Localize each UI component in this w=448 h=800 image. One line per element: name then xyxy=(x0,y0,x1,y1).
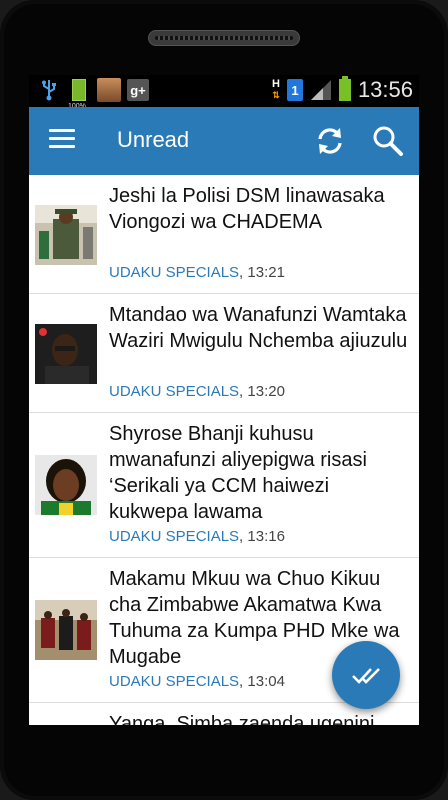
signal-strength-icon xyxy=(310,80,331,100)
status-bar-notifications: 100% g+ xyxy=(37,78,149,110)
contact-avatar-icon xyxy=(97,78,121,102)
status-time: 13:56 xyxy=(357,77,413,102)
hamburger-menu-icon[interactable] xyxy=(49,129,75,151)
article-source[interactable]: UDAKU SPECIALS xyxy=(109,264,239,281)
article-headline: Yanga, Simba zaenda ugenini xyxy=(109,713,375,725)
mark-all-read-button[interactable] xyxy=(332,641,400,709)
phone-frame: 100% g+ H⇅ 1 13:56 Unread xyxy=(0,0,448,800)
article-thumbnail xyxy=(35,324,97,384)
search-icon[interactable] xyxy=(371,124,405,158)
screen: 100% g+ H⇅ 1 13:56 Unread xyxy=(29,75,419,725)
list-item[interactable]: Mtandao wa Wanafunzi Wamtaka Waziri Mwig… xyxy=(29,294,419,413)
usb-icon xyxy=(37,78,61,102)
sim-icon: 1 xyxy=(286,79,303,101)
battery-full-notification-icon: 100% xyxy=(67,78,91,110)
article-thumbnail xyxy=(35,205,97,265)
page-title: Unread xyxy=(117,127,190,152)
article-headline: Jeshi la Polisi DSM linawasaka Viongozi … xyxy=(109,185,385,233)
article-time: , 13:20 xyxy=(239,383,285,400)
article-meta: UDAKU SPECIALS, 13:16 xyxy=(109,528,285,545)
article-source[interactable]: UDAKU SPECIALS xyxy=(109,383,239,400)
list-item[interactable]: Shyrose Bhanji kuhusu mwanafunzi aliyepi… xyxy=(29,413,419,558)
status-bar-system: H ⇅ 1 13:56 xyxy=(271,76,413,103)
article-thumbnail xyxy=(35,600,97,660)
article-meta: UDAKU SPECIALS, 13:20 xyxy=(109,383,285,400)
list-item[interactable]: Jeshi la Polisi DSM linawasaka Viongozi … xyxy=(29,175,419,294)
article-meta: UDAKU SPECIALS, 13:21 xyxy=(109,264,285,281)
article-time: , 13:16 xyxy=(239,528,285,545)
article-source[interactable]: UDAKU SPECIALS xyxy=(109,673,239,690)
article-meta: UDAKU SPECIALS, 13:04 xyxy=(109,673,285,690)
phone-speaker xyxy=(148,30,300,46)
status-bar: 100% g+ H⇅ 1 13:56 xyxy=(29,75,419,110)
article-source[interactable]: UDAKU SPECIALS xyxy=(109,528,239,545)
google-plus-icon: g+ xyxy=(127,79,149,101)
article-headline: Shyrose Bhanji kuhusu mwanafunzi aliyepi… xyxy=(109,423,367,523)
app-bar: Unread xyxy=(29,107,419,175)
article-thumbnail xyxy=(35,455,97,515)
battery-icon xyxy=(338,76,351,101)
double-check-icon xyxy=(352,668,380,684)
article-time: , 13:21 xyxy=(239,264,285,281)
article-headline: Mtandao wa Wanafunzi Wamtaka Waziri Mwig… xyxy=(109,304,408,352)
article-time: , 13:04 xyxy=(239,673,285,690)
refresh-icon[interactable] xyxy=(313,124,347,158)
network-type-icon: H ⇅ xyxy=(271,78,280,101)
